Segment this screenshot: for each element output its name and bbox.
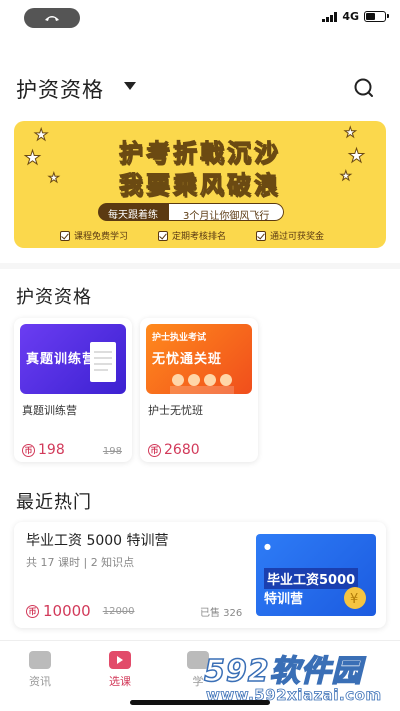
sold-count: 已售 326 [200,608,243,619]
course-thumbnail: 真题训练营 [20,324,126,394]
promo-banner[interactable]: ★ ★ ★ ★ ★ ★ 护考折戟沉沙 我要乘风破浪 每天跟着练 3个月让你御风飞… [14,121,386,248]
signal-icon [322,11,338,22]
header: 护资资格 [0,70,400,106]
news-icon [29,651,51,669]
page-title[interactable]: 护资资格 [16,74,104,104]
checkbox-icon [256,230,267,241]
banner-perks: 课程免费学习 定期考核排名 通过可获奖金 [60,229,324,242]
status-bar: 4G [0,0,400,34]
search-icon[interactable] [352,76,376,100]
hot-course-title: 毕业工资 5000 特训营 [26,533,169,549]
section-title-hot: 最近热门 [16,492,92,513]
phone-icon [45,16,59,21]
watermark-logo: 592软件园 [203,653,363,690]
price-row: 币 2680 [148,442,200,458]
status-indicators: 4G [322,10,389,23]
perk-item: 课程免费学习 [60,229,128,242]
course-play-icon [109,651,131,669]
hot-course-price: 10000 [43,602,91,620]
price-row: 币 10000 12000 [26,602,135,620]
network-type: 4G [342,10,359,23]
hot-course-thumbnail: ● 毕业工资5000 特训营 ¥ [256,534,376,616]
checkbox-icon [60,230,70,241]
battery-icon [364,11,389,22]
perk-item: 通过可获奖金 [256,229,324,242]
svg-text:¥: ¥ [350,592,358,607]
price-row: 币 198 [22,442,65,458]
original-price: 198 [102,446,122,457]
document-icon [90,342,116,382]
hot-course-original-price: 12000 [102,605,135,617]
hot-course-card[interactable]: 毕业工资 5000 特训营 共 17 课时 | 2 知识点 币 10000 12… [14,522,386,628]
course-card[interactable]: 护士执业考试 无忧通关班 护士无忧班 币 2680 [140,318,258,462]
section-divider [0,263,400,269]
course-card[interactable]: 真题训练营 真题训练营 币 198 198 [14,318,132,462]
course-thumbnail: 护士执业考试 无忧通关班 [146,324,252,394]
thumb-title: 真题训练营 [26,352,97,367]
course-price: 198 [38,442,65,458]
nav-item-course[interactable]: 选课 [90,651,150,689]
active-call-pill[interactable] [24,8,80,28]
thumb-tag: 护士执业考试 [152,333,207,343]
section-title-qualification: 护资资格 [16,287,92,308]
home-indicator[interactable] [130,700,270,705]
watermark: 592软件园 www.592xiazai.com [203,646,394,708]
coin-icon: 币 [26,604,39,618]
checkbox-icon [158,230,169,241]
course-price: 2680 [164,442,200,458]
perk-item: 定期考核排名 [158,229,226,242]
course-name: 真题训练营 [22,404,77,417]
coin-icon: 币 [148,443,161,457]
nav-item-news[interactable]: 资讯 [10,651,70,689]
dropdown-caret-icon[interactable] [124,82,136,90]
brand-logo-icon: ● [264,542,271,551]
banner-headline-1: 护考折戟沉沙 [119,139,281,168]
course-name: 护士无忧班 [148,404,203,417]
people-illustration-icon [170,374,234,394]
hot-course-meta: 共 17 课时 | 2 知识点 [26,556,135,569]
thumb-title: 无忧通关班 [152,352,223,367]
money-bag-icon: ¥ [344,587,366,609]
coin-icon: 币 [22,443,35,457]
slogan-left: 每天跟着练 [98,203,168,221]
banner-headline-2: 我要乘风破浪 [119,171,281,200]
banner-slogan-pill: 每天跟着练 3个月让你御风飞行 [98,203,285,221]
slogan-right: 3个月让你御风飞行 [168,203,285,221]
thumb-line-2: 特训营 [264,592,304,607]
